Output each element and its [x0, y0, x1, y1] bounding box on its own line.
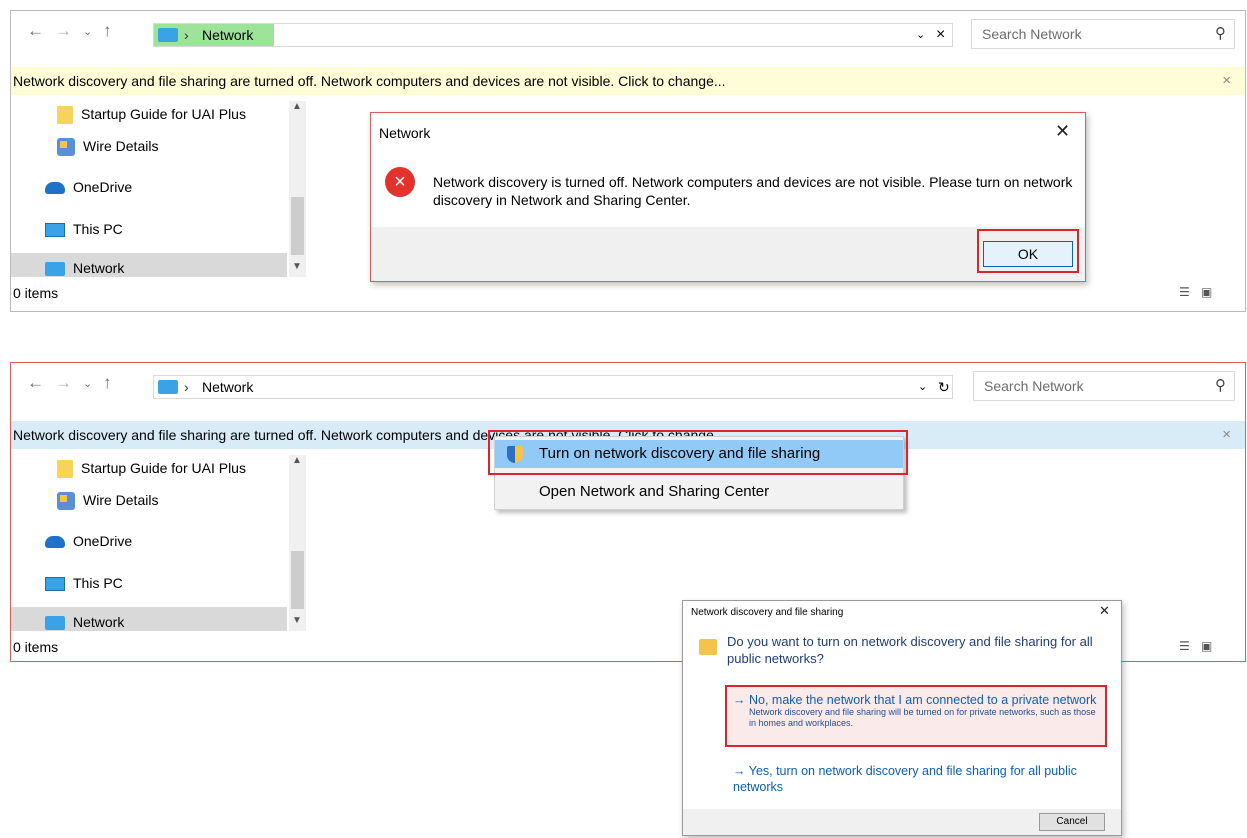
- breadcrumb-separator-icon: ›: [184, 379, 189, 395]
- network-icon: [158, 28, 178, 42]
- turn-on-highlight-box: [488, 430, 908, 475]
- network-error-dialog: Network ✕ × Network discovery is turned …: [370, 112, 1086, 282]
- scroll-down-icon[interactable]: ▼: [292, 261, 302, 272]
- up-arrow-icon[interactable]: ↑: [103, 21, 112, 41]
- arrow-right-icon: →: [733, 693, 749, 707]
- option-private-desc: Network discovery and file sharing will …: [749, 707, 1096, 728]
- top-address-bar[interactable]: › Network ⌄ ×: [153, 23, 953, 47]
- network-icon: [45, 262, 65, 277]
- scroll-down-icon[interactable]: ▼: [292, 615, 302, 626]
- top-search-input[interactable]: Search Network ⚲: [971, 19, 1235, 49]
- recent-chevron-icon[interactable]: ⌄: [83, 25, 92, 38]
- search-icon[interactable]: ⚲: [1215, 20, 1226, 48]
- bottom-breadcrumb-network[interactable]: Network: [202, 376, 253, 398]
- option-all-public-networks[interactable]: → Yes, turn on network discovery and fil…: [733, 763, 1103, 795]
- scroll-up-icon[interactable]: ▲: [292, 455, 302, 466]
- context-item-open-sharing-center[interactable]: Open Network and Sharing Center: [495, 478, 903, 506]
- search-icon[interactable]: ⚲: [1215, 372, 1226, 400]
- nav-item-this-pc[interactable]: This PC: [45, 572, 123, 594]
- nav-item-this-pc[interactable]: This PC: [45, 218, 123, 240]
- top-nav-pane: Startup Guide for UAI Plus Wire Details …: [11, 101, 307, 277]
- arrow-right-icon: →: [733, 764, 749, 778]
- sharing-dialog-title: Network discovery and file sharing: [691, 607, 844, 618]
- wire-icon: [57, 138, 75, 157]
- nav-item-network[interactable]: Network: [45, 611, 124, 633]
- close-address-icon[interactable]: ×: [936, 24, 945, 46]
- users-icon: [699, 639, 717, 655]
- top-infobar-close-icon[interactable]: ×: [1222, 67, 1231, 95]
- close-icon[interactable]: ✕: [1055, 121, 1070, 142]
- onedrive-icon: [45, 182, 65, 195]
- nav-item-wire-details[interactable]: Wire Details: [57, 489, 158, 511]
- cancel-button[interactable]: Cancel: [1039, 813, 1105, 831]
- nav-item-startup-guide[interactable]: Startup Guide for UAI Plus: [57, 457, 246, 479]
- bottom-nav-scroll-thumb[interactable]: [291, 551, 304, 609]
- recent-chevron-icon[interactable]: ⌄: [83, 377, 92, 390]
- forward-arrow-icon[interactable]: →: [55, 373, 72, 393]
- dialog-title: Network: [379, 125, 431, 141]
- view-large-icons-icon[interactable]: ▣: [1201, 285, 1212, 299]
- address-dropdown-icon[interactable]: ⌄: [918, 376, 927, 398]
- bottom-address-row: ← → ⌄ ↑ › Network ⌄ ↻ Search Network ⚲: [11, 363, 1245, 403]
- nav-item-network[interactable]: Network: [45, 257, 124, 279]
- onedrive-icon: [45, 536, 65, 549]
- option-private-title: → No, make the network that I am connect…: [733, 693, 1097, 707]
- top-infobar-text[interactable]: Network discovery and file sharing are t…: [13, 67, 726, 95]
- refresh-icon[interactable]: ↻: [938, 376, 950, 398]
- bottom-address-bar[interactable]: › Network ⌄ ↻: [153, 375, 953, 399]
- network-icon: [158, 380, 178, 394]
- wire-icon: [57, 492, 75, 511]
- nav-item-onedrive[interactable]: OneDrive: [45, 530, 132, 552]
- bottom-search-input[interactable]: Search Network ⚲: [973, 371, 1235, 401]
- breadcrumb-separator-icon: ›: [184, 27, 189, 43]
- folder-icon: [57, 460, 73, 479]
- bottom-search-placeholder: Search Network: [984, 378, 1084, 394]
- this-pc-icon: [45, 223, 65, 238]
- nav-item-wire-details[interactable]: Wire Details: [57, 135, 158, 157]
- top-infobar[interactable]: Network discovery and file sharing are t…: [11, 67, 1245, 95]
- back-arrow-icon[interactable]: ←: [27, 373, 44, 393]
- back-arrow-icon[interactable]: ←: [27, 21, 44, 41]
- top-search-placeholder: Search Network: [982, 26, 1082, 42]
- address-dropdown-icon[interactable]: ⌄: [916, 24, 925, 46]
- bottom-status-items: 0 items: [13, 639, 59, 655]
- close-icon[interactable]: ✕: [1099, 603, 1110, 619]
- top-nav-scrollbar[interactable]: ▲ ▼: [289, 101, 306, 277]
- view-details-icon[interactable]: ☰: [1179, 639, 1190, 653]
- option-private-network[interactable]: → No, make the network that I am connect…: [733, 693, 1103, 729]
- view-large-icons-icon[interactable]: ▣: [1201, 639, 1212, 653]
- up-arrow-icon[interactable]: ↑: [103, 373, 112, 393]
- sharing-question: Do you want to turn on network discovery…: [727, 634, 1093, 666]
- network-icon: [45, 616, 65, 631]
- ok-button[interactable]: OK: [983, 241, 1073, 267]
- bottom-nav-pane: Startup Guide for UAI Plus Wire Details …: [11, 455, 307, 631]
- bottom-nav-scrollbar[interactable]: ▲ ▼: [289, 455, 306, 631]
- folder-icon: [57, 106, 73, 125]
- top-status-items: 0 items: [13, 285, 59, 301]
- top-nav-scroll-thumb[interactable]: [291, 197, 304, 255]
- this-pc-icon: [45, 577, 65, 592]
- nav-item-onedrive[interactable]: OneDrive: [45, 176, 132, 198]
- scroll-up-icon[interactable]: ▲: [292, 101, 302, 112]
- error-icon: ×: [385, 167, 415, 197]
- network-sharing-dialog: Network discovery and file sharing ✕ Do …: [682, 600, 1122, 836]
- view-details-icon[interactable]: ☰: [1179, 285, 1190, 299]
- dialog-message: Network discovery is turned off. Network…: [433, 174, 1073, 208]
- top-address-row: ← → ⌄ ↑ › Network ⌄ × Search Network ⚲: [11, 11, 1245, 51]
- forward-arrow-icon[interactable]: →: [55, 21, 72, 41]
- top-breadcrumb-network[interactable]: Network: [202, 24, 253, 46]
- nav-item-startup-guide[interactable]: Startup Guide for UAI Plus: [57, 103, 246, 125]
- bottom-infobar-close-icon[interactable]: ×: [1222, 421, 1231, 449]
